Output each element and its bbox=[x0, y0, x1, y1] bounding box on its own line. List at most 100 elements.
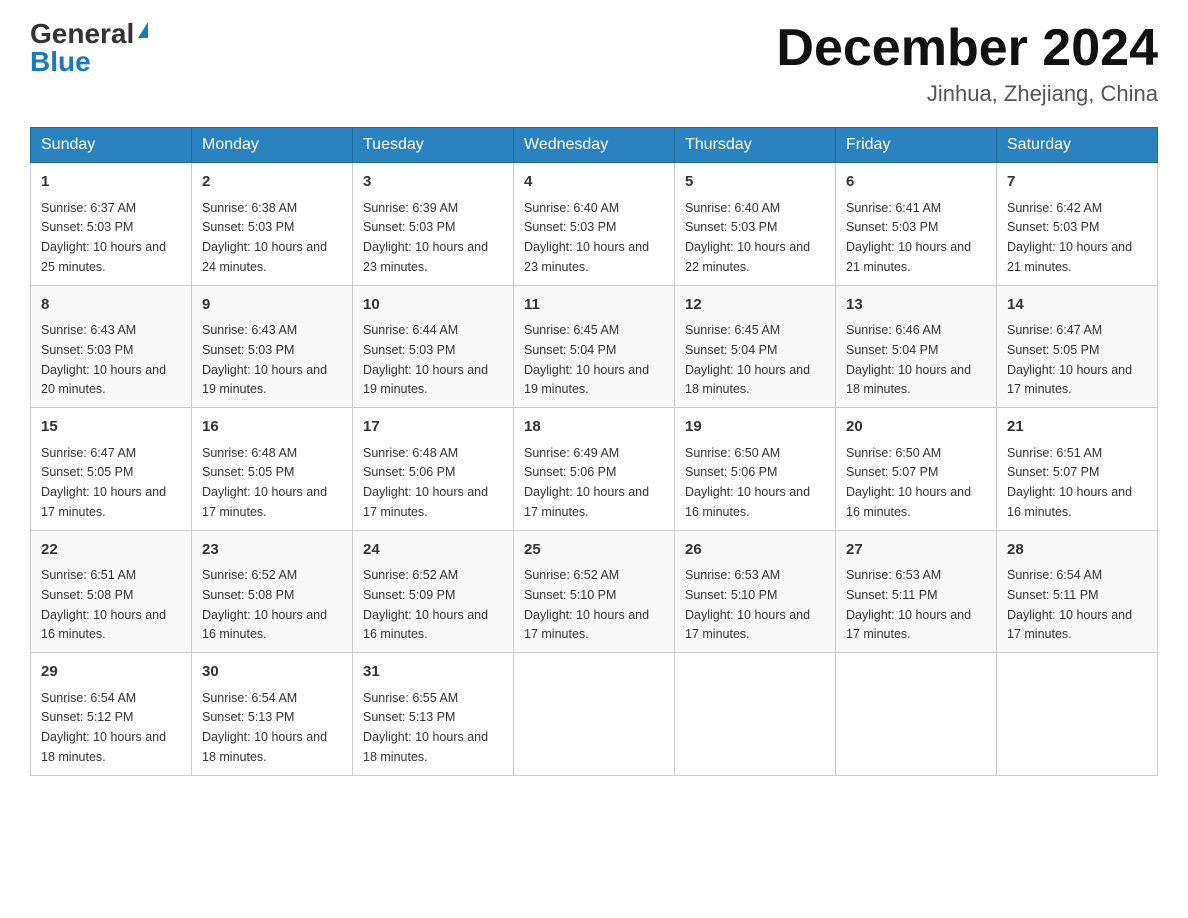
day-cell: 25 Sunrise: 6:52 AMSunset: 5:10 PMDayligh… bbox=[514, 530, 675, 653]
page-header: General Blue December 2024 Jinhua, Zheji… bbox=[30, 20, 1158, 107]
day-cell: 21 Sunrise: 6:51 AMSunset: 5:07 PMDayligh… bbox=[997, 408, 1158, 531]
day-info: Sunrise: 6:54 AMSunset: 5:11 PMDaylight:… bbox=[1007, 568, 1132, 641]
day-cell: 20 Sunrise: 6:50 AMSunset: 5:07 PMDayligh… bbox=[836, 408, 997, 531]
day-number: 16 bbox=[202, 416, 342, 439]
day-cell: 14 Sunrise: 6:47 AMSunset: 5:05 PMDayligh… bbox=[997, 285, 1158, 408]
day-cell: 17 Sunrise: 6:48 AMSunset: 5:06 PMDayligh… bbox=[353, 408, 514, 531]
day-info: Sunrise: 6:43 AMSunset: 5:03 PMDaylight:… bbox=[202, 323, 327, 396]
day-cell: 4 Sunrise: 6:40 AMSunset: 5:03 PMDaylight… bbox=[514, 163, 675, 286]
day-number: 5 bbox=[685, 171, 825, 194]
day-number: 3 bbox=[363, 171, 503, 194]
day-cell: 27Sunrise: 6:53 AMSunset: 5:11 PMDayligh… bbox=[836, 530, 997, 653]
col-header-friday: Friday bbox=[836, 128, 997, 163]
day-info: Sunrise: 6:54 AMSunset: 5:13 PMDaylight:… bbox=[202, 691, 327, 764]
logo: General Blue bbox=[30, 20, 148, 76]
day-info: Sunrise: 6:55 AMSunset: 5:13 PMDaylight:… bbox=[363, 691, 488, 764]
logo-general-text: General bbox=[30, 20, 134, 48]
day-number: 24 bbox=[363, 539, 503, 562]
day-info: Sunrise: 6:40 AMSunset: 5:03 PMDaylight:… bbox=[524, 201, 649, 274]
day-info: Sunrise: 6:51 AMSunset: 5:08 PMDaylight:… bbox=[41, 568, 166, 641]
day-cell: 29Sunrise: 6:54 AMSunset: 5:12 PMDayligh… bbox=[31, 653, 192, 776]
day-cell: 19 Sunrise: 6:50 AMSunset: 5:06 PMDayligh… bbox=[675, 408, 836, 531]
day-cell: 16 Sunrise: 6:48 AMSunset: 5:05 PMDayligh… bbox=[192, 408, 353, 531]
col-header-monday: Monday bbox=[192, 128, 353, 163]
day-cell: 5 Sunrise: 6:40 AMSunset: 5:03 PMDaylight… bbox=[675, 163, 836, 286]
day-cell: 10Sunrise: 6:44 AMSunset: 5:03 PMDayligh… bbox=[353, 285, 514, 408]
day-cell: 31 Sunrise: 6:55 AMSunset: 5:13 PMDayligh… bbox=[353, 653, 514, 776]
day-info: Sunrise: 6:52 AMSunset: 5:08 PMDaylight:… bbox=[202, 568, 327, 641]
day-cell: 2Sunrise: 6:38 AMSunset: 5:03 PMDaylight… bbox=[192, 163, 353, 286]
day-cell bbox=[675, 653, 836, 776]
day-cell bbox=[836, 653, 997, 776]
day-number: 21 bbox=[1007, 416, 1147, 439]
day-number: 13 bbox=[846, 294, 986, 317]
day-number: 9 bbox=[202, 294, 342, 317]
day-number: 7 bbox=[1007, 171, 1147, 194]
day-number: 18 bbox=[524, 416, 664, 439]
day-info: Sunrise: 6:45 AMSunset: 5:04 PMDaylight:… bbox=[685, 323, 810, 396]
day-cell: 24 Sunrise: 6:52 AMSunset: 5:09 PMDayligh… bbox=[353, 530, 514, 653]
day-cell: 11 Sunrise: 6:45 AMSunset: 5:04 PMDayligh… bbox=[514, 285, 675, 408]
week-row-2: 8 Sunrise: 6:43 AMSunset: 5:03 PMDaylight… bbox=[31, 285, 1158, 408]
month-title: December 2024 bbox=[776, 20, 1158, 77]
day-info: Sunrise: 6:47 AMSunset: 5:05 PMDaylight:… bbox=[41, 446, 166, 519]
day-info: Sunrise: 6:51 AMSunset: 5:07 PMDaylight:… bbox=[1007, 446, 1132, 519]
logo-blue-text: Blue bbox=[30, 48, 91, 76]
day-number: 31 bbox=[363, 661, 503, 684]
day-info: Sunrise: 6:53 AMSunset: 5:10 PMDaylight:… bbox=[685, 568, 810, 641]
day-cell: 7 Sunrise: 6:42 AMSunset: 5:03 PMDaylight… bbox=[997, 163, 1158, 286]
day-cell: 6Sunrise: 6:41 AMSunset: 5:03 PMDaylight… bbox=[836, 163, 997, 286]
day-info: Sunrise: 6:37 AMSunset: 5:03 PMDaylight:… bbox=[41, 201, 166, 274]
day-number: 20 bbox=[846, 416, 986, 439]
day-info: Sunrise: 6:50 AMSunset: 5:07 PMDaylight:… bbox=[846, 446, 971, 519]
day-number: 2 bbox=[202, 171, 342, 194]
day-number: 19 bbox=[685, 416, 825, 439]
day-number: 28 bbox=[1007, 539, 1147, 562]
location: Jinhua, Zhejiang, China bbox=[776, 81, 1158, 107]
day-number: 11 bbox=[524, 294, 664, 317]
day-info: Sunrise: 6:46 AMSunset: 5:04 PMDaylight:… bbox=[846, 323, 971, 396]
day-info: Sunrise: 6:47 AMSunset: 5:05 PMDaylight:… bbox=[1007, 323, 1132, 396]
calendar-table: SundayMondayTuesdayWednesdayThursdayFrid… bbox=[30, 127, 1158, 776]
day-cell: 18 Sunrise: 6:49 AMSunset: 5:06 PMDayligh… bbox=[514, 408, 675, 531]
day-info: Sunrise: 6:42 AMSunset: 5:03 PMDaylight:… bbox=[1007, 201, 1132, 274]
day-info: Sunrise: 6:40 AMSunset: 5:03 PMDaylight:… bbox=[685, 201, 810, 274]
day-info: Sunrise: 6:44 AMSunset: 5:03 PMDaylight:… bbox=[363, 323, 488, 396]
day-number: 14 bbox=[1007, 294, 1147, 317]
week-row-3: 15 Sunrise: 6:47 AMSunset: 5:05 PMDayligh… bbox=[31, 408, 1158, 531]
day-info: Sunrise: 6:52 AMSunset: 5:10 PMDaylight:… bbox=[524, 568, 649, 641]
day-cell bbox=[997, 653, 1158, 776]
day-info: Sunrise: 6:49 AMSunset: 5:06 PMDaylight:… bbox=[524, 446, 649, 519]
week-row-5: 29Sunrise: 6:54 AMSunset: 5:12 PMDayligh… bbox=[31, 653, 1158, 776]
logo-triangle-icon bbox=[138, 22, 148, 38]
day-cell: 3 Sunrise: 6:39 AMSunset: 5:03 PMDaylight… bbox=[353, 163, 514, 286]
day-cell: 1 Sunrise: 6:37 AMSunset: 5:03 PMDaylight… bbox=[31, 163, 192, 286]
day-cell: 22 Sunrise: 6:51 AMSunset: 5:08 PMDayligh… bbox=[31, 530, 192, 653]
col-header-thursday: Thursday bbox=[675, 128, 836, 163]
day-info: Sunrise: 6:50 AMSunset: 5:06 PMDaylight:… bbox=[685, 446, 810, 519]
day-number: 4 bbox=[524, 171, 664, 194]
title-section: December 2024 Jinhua, Zhejiang, China bbox=[776, 20, 1158, 107]
day-info: Sunrise: 6:53 AMSunset: 5:11 PMDaylight:… bbox=[846, 568, 971, 641]
week-row-1: 1 Sunrise: 6:37 AMSunset: 5:03 PMDaylight… bbox=[31, 163, 1158, 286]
day-number: 26 bbox=[685, 539, 825, 562]
day-number: 17 bbox=[363, 416, 503, 439]
day-number: 1 bbox=[41, 171, 181, 194]
day-number: 6 bbox=[846, 171, 986, 194]
col-header-sunday: Sunday bbox=[31, 128, 192, 163]
day-cell: 13 Sunrise: 6:46 AMSunset: 5:04 PMDayligh… bbox=[836, 285, 997, 408]
day-info: Sunrise: 6:52 AMSunset: 5:09 PMDaylight:… bbox=[363, 568, 488, 641]
day-number: 8 bbox=[41, 294, 181, 317]
day-number: 15 bbox=[41, 416, 181, 439]
day-info: Sunrise: 6:45 AMSunset: 5:04 PMDaylight:… bbox=[524, 323, 649, 396]
day-number: 22 bbox=[41, 539, 181, 562]
day-number: 25 bbox=[524, 539, 664, 562]
day-cell: 9 Sunrise: 6:43 AMSunset: 5:03 PMDaylight… bbox=[192, 285, 353, 408]
day-cell: 12Sunrise: 6:45 AMSunset: 5:04 PMDayligh… bbox=[675, 285, 836, 408]
col-header-wednesday: Wednesday bbox=[514, 128, 675, 163]
day-info: Sunrise: 6:48 AMSunset: 5:06 PMDaylight:… bbox=[363, 446, 488, 519]
day-number: 30 bbox=[202, 661, 342, 684]
day-info: Sunrise: 6:39 AMSunset: 5:03 PMDaylight:… bbox=[363, 201, 488, 274]
day-info: Sunrise: 6:48 AMSunset: 5:05 PMDaylight:… bbox=[202, 446, 327, 519]
day-cell: 15 Sunrise: 6:47 AMSunset: 5:05 PMDayligh… bbox=[31, 408, 192, 531]
